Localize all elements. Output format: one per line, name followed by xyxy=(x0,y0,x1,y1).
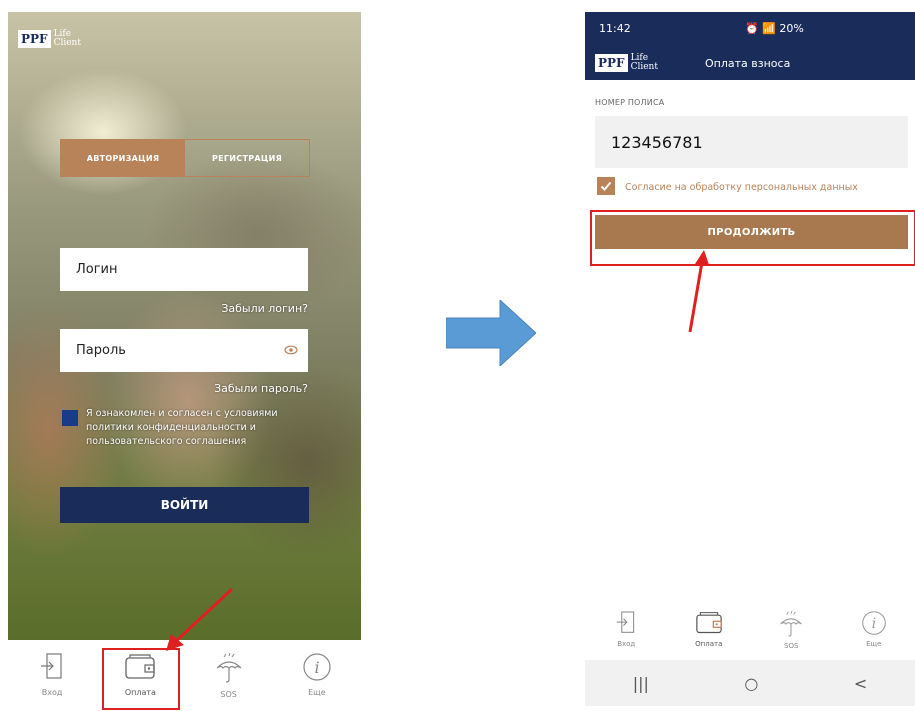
logo-ppf-text: PPF xyxy=(18,30,51,48)
umbrella-icon xyxy=(216,652,242,683)
umbrella-icon xyxy=(780,610,803,637)
transition-arrow-icon xyxy=(446,300,536,366)
nav-label-more: Еще xyxy=(866,640,882,648)
nav-label-login: Вход xyxy=(41,688,63,697)
status-icons: ⏰ 📶 20% xyxy=(745,22,804,35)
nav-item-more[interactable]: i Еще xyxy=(833,600,915,660)
nav-item-sos[interactable]: SOS xyxy=(750,600,833,660)
tab-authorization[interactable]: АВТОРИЗАЦИЯ xyxy=(61,140,185,176)
nav-label-payment: Оплата xyxy=(695,640,723,648)
consent-mid: и xyxy=(246,422,256,433)
check-icon xyxy=(600,181,612,191)
privacy-policy-link[interactable]: политики конфиденциальности xyxy=(86,422,247,433)
app-header: PPF Life Client Оплата взноса xyxy=(585,46,915,80)
info-icon: i xyxy=(861,611,886,635)
nav-item-login[interactable]: Вход xyxy=(8,640,96,711)
logo-life-client-text: Life Client xyxy=(53,29,81,48)
tab-registration[interactable]: РЕГИСТРАЦИЯ xyxy=(185,140,309,176)
nav-item-login[interactable]: Вход xyxy=(585,600,668,660)
consent-text: Я ознакомлен и согласен с условиями поли… xyxy=(86,407,306,449)
info-icon: i xyxy=(303,653,331,681)
alarm-icon: ⏰ xyxy=(745,22,763,35)
payment-highlight-box xyxy=(102,648,180,710)
bottom-nav: Вход Оплата SOS i Еще xyxy=(585,600,915,660)
signal-icon: 📶 xyxy=(762,22,780,35)
nav-item-more[interactable]: i Еще xyxy=(273,640,361,711)
login-placeholder: Логин xyxy=(76,262,118,277)
nav-label-more: Еще xyxy=(308,688,326,697)
policy-number-input[interactable]: 123456781 xyxy=(595,116,908,168)
user-agreement-link[interactable]: пользовательского соглашения xyxy=(86,436,246,447)
login-icon xyxy=(41,653,62,679)
ppf-logo: PPF Life Client xyxy=(595,54,658,72)
consent-prefix: Я ознакомлен и согласен с условиями xyxy=(86,408,278,419)
login-icon xyxy=(616,611,635,633)
svg-text:i: i xyxy=(314,658,319,677)
red-pointer-arrow-left xyxy=(166,587,234,651)
back-button[interactable]: < xyxy=(854,674,867,693)
login-input[interactable]: Логин xyxy=(60,248,308,291)
logo-ppf-text: PPF xyxy=(595,54,628,72)
svg-text:i: i xyxy=(872,616,876,632)
nav-label-sos: SOS xyxy=(220,690,237,699)
logo-life-client-text: Life Client xyxy=(630,53,658,72)
wallet-icon xyxy=(696,612,722,634)
policy-number-label: НОМЕР ПОЛИСА xyxy=(595,98,665,107)
family-background-photo xyxy=(8,12,361,640)
recent-apps-button[interactable]: ||| xyxy=(633,674,649,693)
nav-label-sos: SOS xyxy=(784,642,799,650)
ppf-logo: PPF Life Client xyxy=(18,30,81,48)
eye-icon[interactable] xyxy=(284,343,298,357)
login-button[interactable]: ВОЙТИ xyxy=(60,487,309,523)
consent-label: Согласие на обработку персональных данны… xyxy=(625,182,858,193)
forgot-password-link[interactable]: Забыли пароль? xyxy=(214,382,308,395)
auth-tabs: АВТОРИЗАЦИЯ РЕГИСТРАЦИЯ xyxy=(60,139,310,177)
status-bar: 11:42 ⏰ 📶 20% xyxy=(585,12,915,46)
nav-item-payment[interactable]: Оплата xyxy=(668,600,751,660)
consent-checkbox[interactable] xyxy=(62,410,78,426)
android-nav-bar: ||| ○ < xyxy=(585,660,915,706)
battery-text: 20% xyxy=(779,22,804,35)
red-pointer-arrow-right xyxy=(688,250,709,333)
page-title: Оплата взноса xyxy=(705,57,791,70)
password-placeholder: Пароль xyxy=(76,343,126,358)
continue-highlight-box xyxy=(590,210,915,266)
forgot-login-link[interactable]: Забыли логин? xyxy=(221,302,308,315)
consent-checkbox[interactable] xyxy=(597,177,615,195)
nav-label-login: Вход xyxy=(617,640,636,648)
home-button[interactable]: ○ xyxy=(744,674,758,693)
password-input[interactable]: Пароль xyxy=(60,329,308,372)
status-time: 11:42 xyxy=(599,22,631,35)
policy-number-value: 123456781 xyxy=(611,132,703,152)
payment-screen: 11:42 ⏰ 📶 20% PPF Life Client Оплата взн… xyxy=(585,12,915,711)
